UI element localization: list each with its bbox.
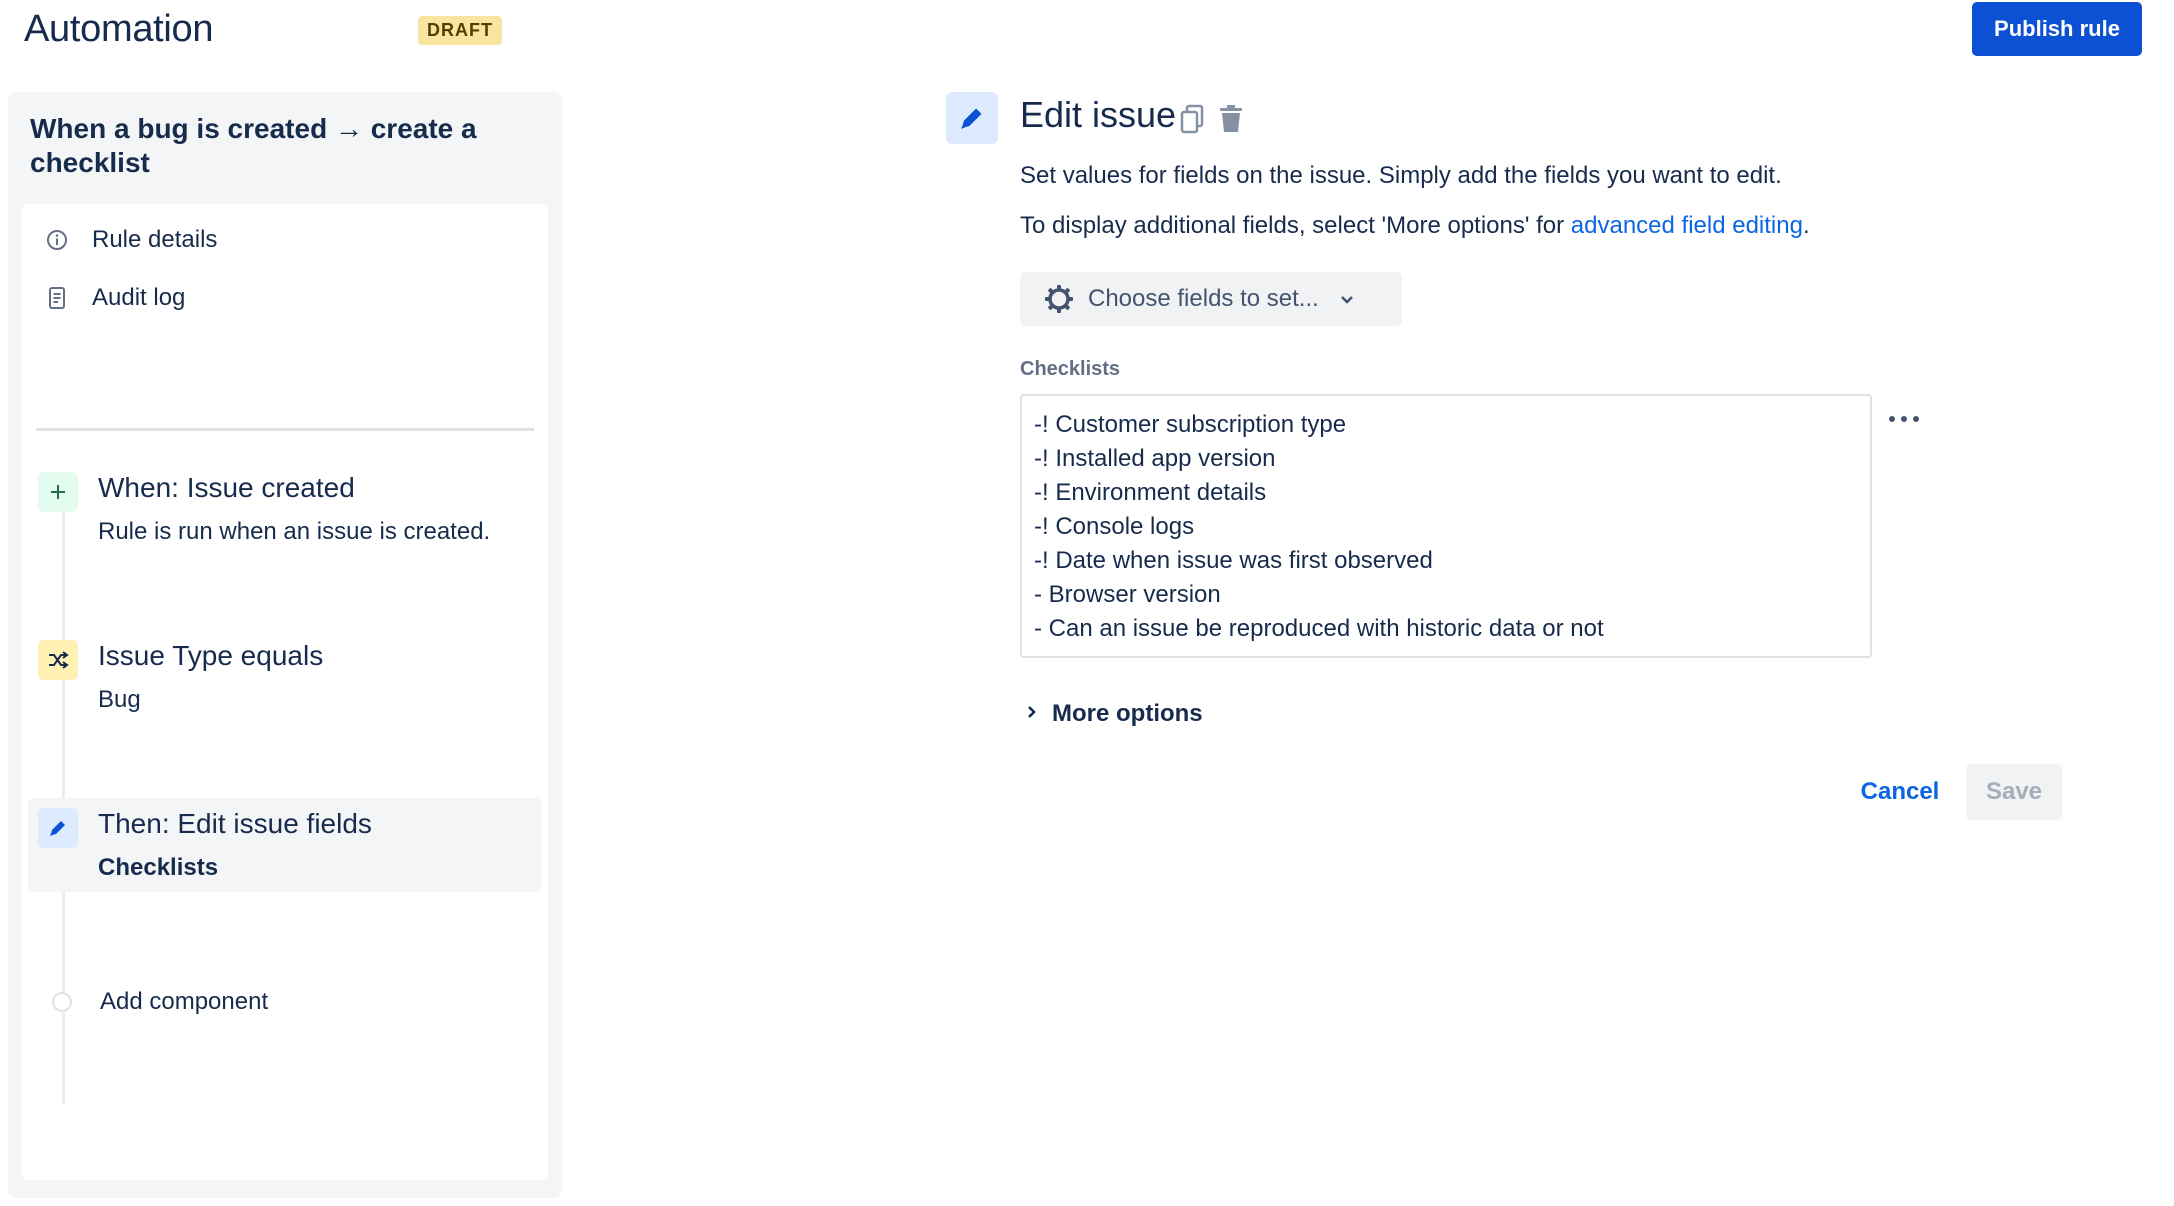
checklist-line: -! Date when issue was first observed — [1034, 547, 1433, 574]
step-subtitle: Checklists — [98, 854, 219, 881]
add-component-label: Add component — [100, 988, 269, 1015]
hint-prefix: To display additional fields, select 'Mo… — [1020, 212, 1571, 239]
step-subtitle: Bug — [98, 686, 141, 713]
advanced-editing-hint: To display additional fields, select 'Mo… — [1020, 212, 1810, 240]
add-component-button[interactable]: Add component — [42, 982, 268, 1022]
copy-icon[interactable] — [1178, 102, 1208, 136]
rule-name-heading: When a bug is created → create a checkli… — [30, 113, 477, 178]
advanced-field-editing-link[interactable]: advanced field editing — [1571, 212, 1803, 239]
info-icon — [36, 228, 78, 252]
action-step-edit-issue[interactable]: Then: Edit issue fields Checklists — [28, 798, 542, 892]
more-options-label: More options — [1052, 700, 1203, 727]
plus-icon — [38, 472, 78, 512]
rule-sidebar: When a bug is created → create a checkli… — [8, 92, 562, 1198]
condition-step-issue-type[interactable]: Issue Type equals Bug — [28, 630, 542, 740]
step-title: Then: Edit issue fields — [98, 808, 372, 839]
cancel-button[interactable]: Cancel — [1844, 764, 1956, 820]
automation-page: Automation DRAFT Publish rule When a bug… — [0, 0, 2174, 1206]
rule-components-panel: Rule details Audit log When: Issue creat… — [22, 204, 548, 1180]
page-title: Automation — [24, 8, 214, 50]
checklists-field-label: Checklists — [1020, 358, 1121, 380]
checklist-line: -! Console logs — [1034, 513, 1195, 540]
save-button[interactable]: Save — [1966, 764, 2062, 820]
add-component-node-icon — [52, 992, 72, 1012]
trash-icon[interactable] — [1216, 102, 1246, 136]
choose-fields-dropdown[interactable]: Choose fields to set... — [1020, 272, 1402, 326]
sidebar-item-label: Rule details — [92, 226, 218, 253]
more-options-toggle[interactable]: More options — [1024, 696, 1203, 732]
choose-fields-label: Choose fields to set... — [1088, 285, 1319, 312]
hint-suffix: . — [1802, 212, 1810, 239]
pencil-icon — [38, 808, 78, 848]
gear-icon — [1042, 282, 1076, 316]
checklist-line: - Can an issue be reproduced with histor… — [1034, 615, 1604, 642]
step-title: Issue Type equals — [98, 640, 324, 671]
checklist-line: -! Installed app version — [1034, 445, 1276, 472]
checklist-line: -! Customer subscription type — [1034, 411, 1347, 438]
sidebar-item-rule-details[interactable]: Rule details — [36, 220, 534, 260]
chevron-down-icon — [1337, 289, 1357, 309]
publish-rule-button[interactable]: Publish rule — [1972, 2, 2142, 56]
component-title: Edit issue — [1020, 94, 1177, 135]
trigger-step-issue-created[interactable]: When: Issue created Rule is run when an … — [28, 462, 542, 572]
draft-status-badge: DRAFT — [418, 16, 502, 45]
step-title: When: Issue created — [98, 472, 355, 503]
sidebar-item-label: Audit log — [92, 284, 186, 311]
pencil-icon — [946, 92, 998, 144]
chevron-right-icon — [1024, 702, 1040, 727]
sidebar-item-audit-log[interactable]: Audit log — [36, 278, 534, 318]
checklists-textarea[interactable]: -! Customer subscription type -! Install… — [1020, 394, 1872, 658]
document-icon — [36, 286, 78, 310]
component-description: Set values for fields on the issue. Simp… — [1020, 162, 1782, 189]
more-actions-icon[interactable] — [1884, 404, 1924, 434]
shuffle-icon — [38, 640, 78, 680]
checklist-line: - Browser version — [1034, 581, 1221, 608]
checklist-line: -! Environment details — [1034, 479, 1267, 506]
sidebar-divider — [36, 428, 534, 431]
step-subtitle: Rule is run when an issue is created. — [98, 518, 491, 545]
